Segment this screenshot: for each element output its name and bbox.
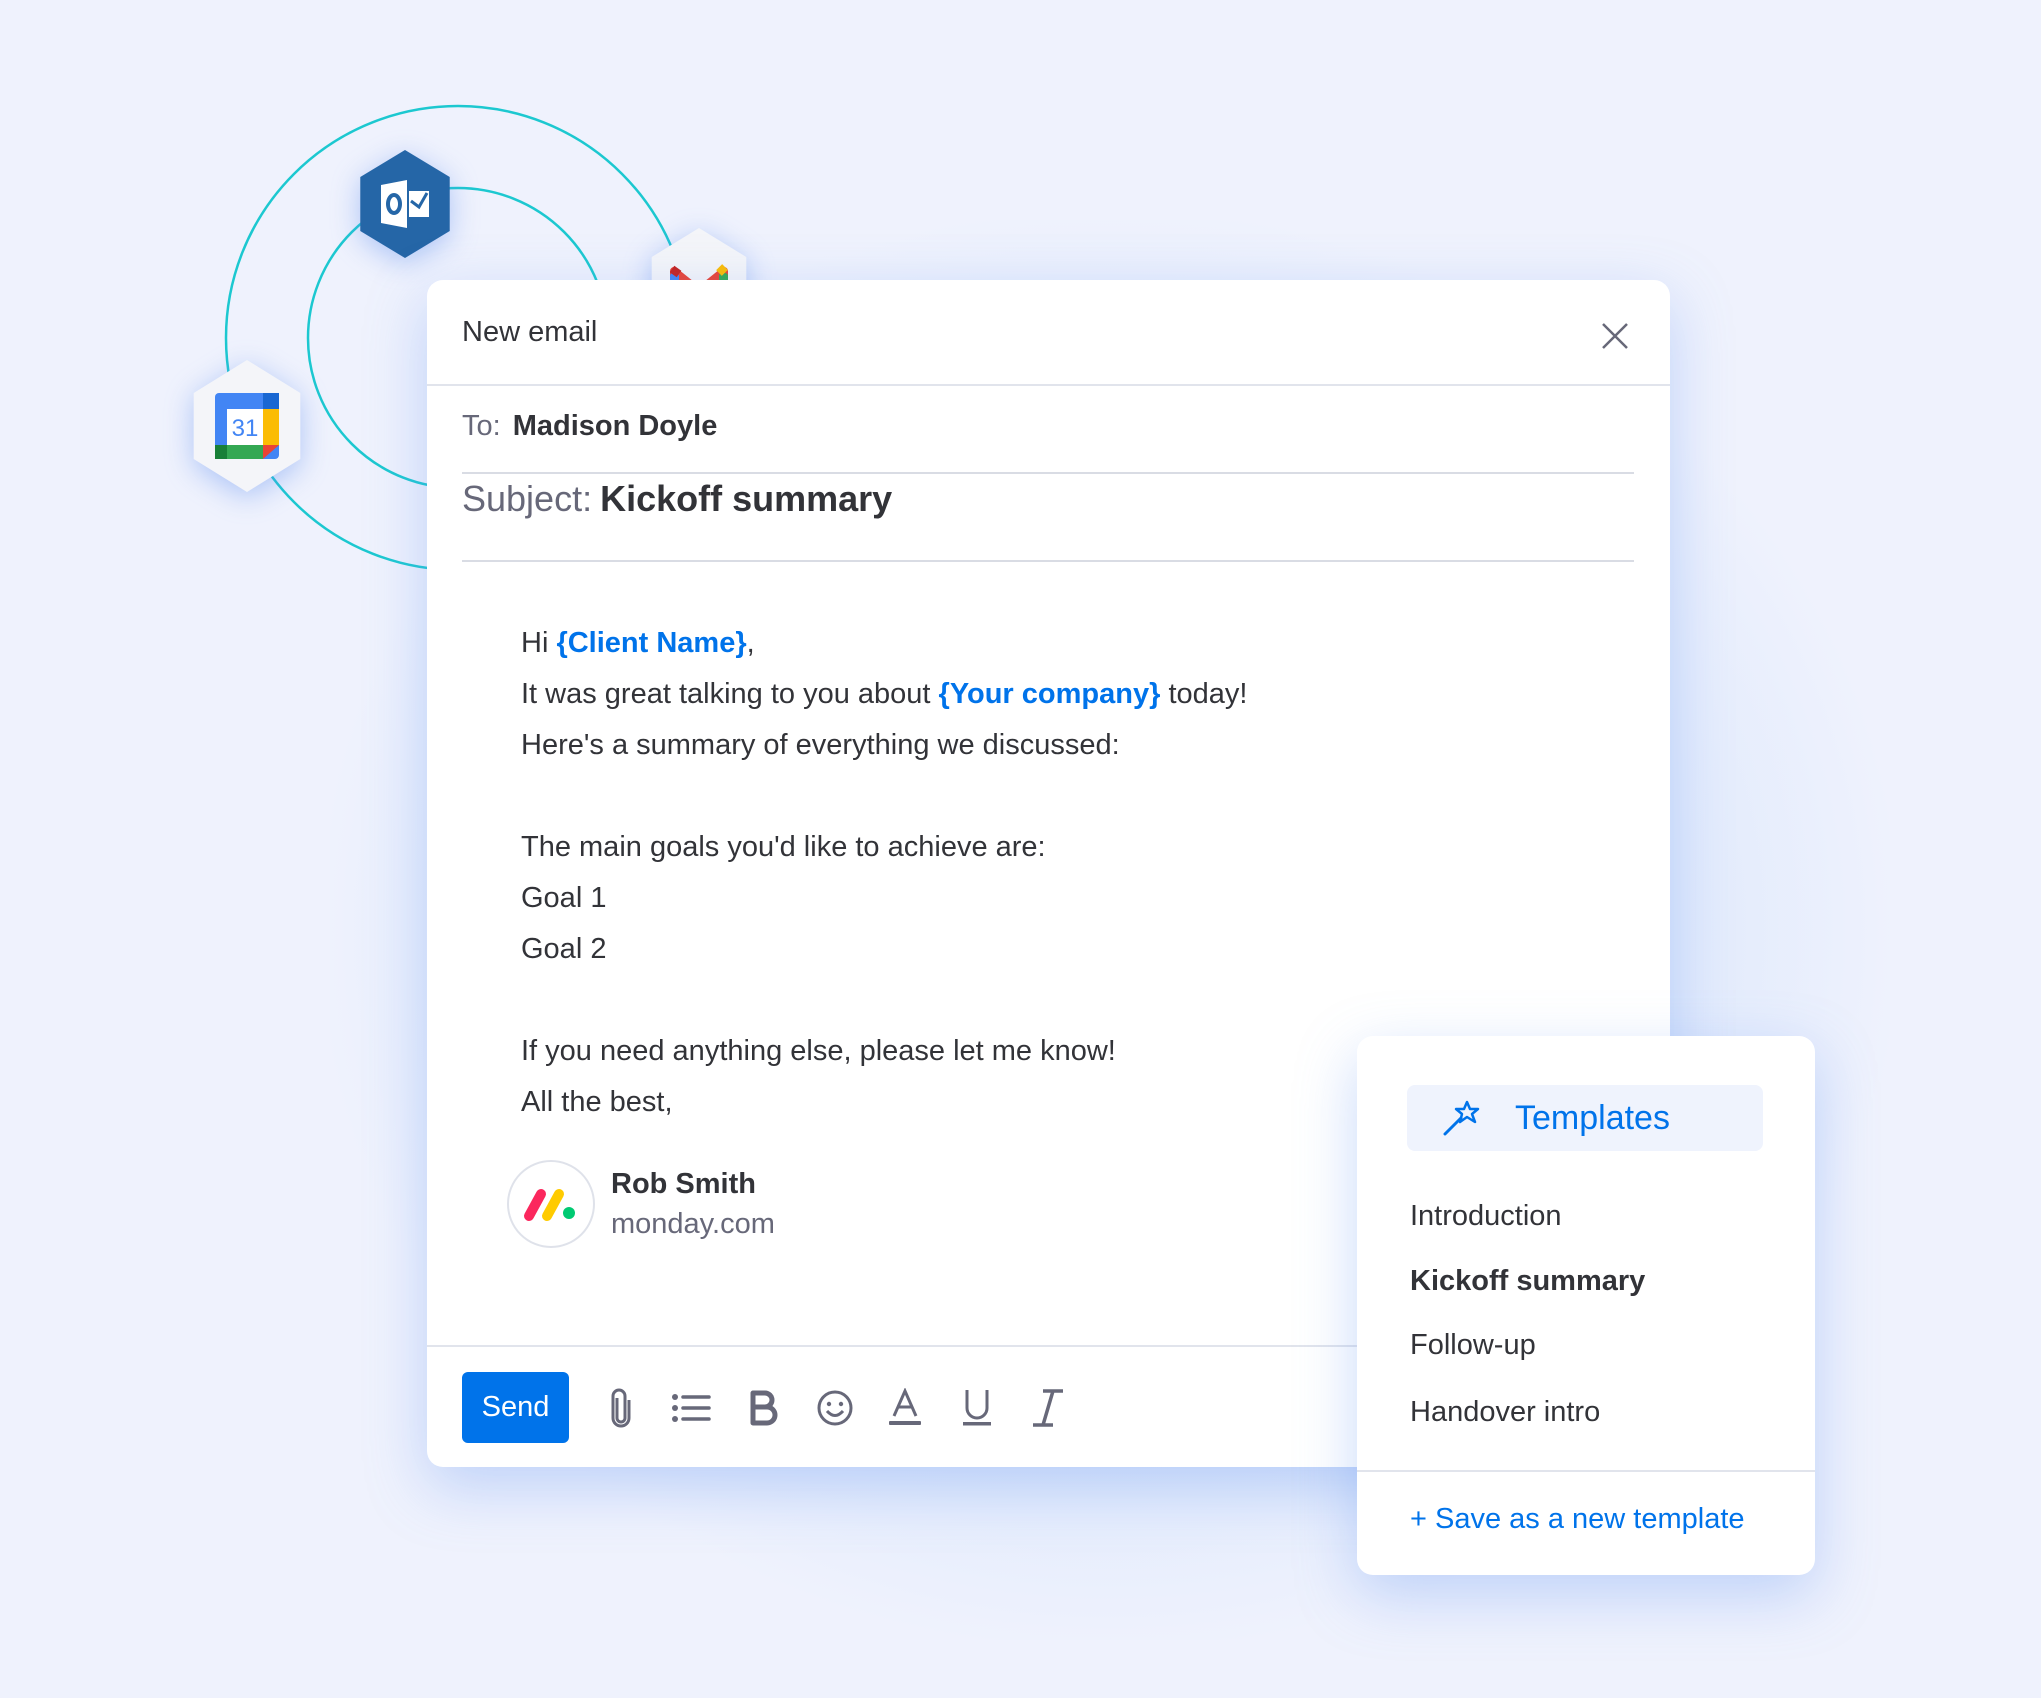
emoji-button[interactable] (813, 1386, 857, 1430)
body-line: Hi {Client Name}, (521, 618, 1247, 669)
attach-button[interactable] (599, 1386, 643, 1430)
text: Hi (521, 627, 557, 659)
header-divider (427, 384, 1670, 386)
placeholder-client-name: {Client Name} (556, 627, 747, 659)
close-button[interactable] (1597, 318, 1633, 354)
send-button[interactable]: Send (462, 1372, 569, 1443)
attach-icon (611, 1388, 631, 1428)
italic-icon (1033, 1389, 1063, 1427)
magic-wand-icon (1443, 1100, 1480, 1136)
bold-button[interactable] (741, 1386, 785, 1430)
to-field[interactable]: To: Madison Doyle (462, 410, 1634, 474)
calendar-date: 31 (232, 415, 259, 442)
body-line: All the best, (521, 1086, 673, 1118)
to-recipient[interactable]: Madison Doyle (513, 410, 718, 442)
templates-button[interactable]: Templates (1407, 1085, 1763, 1151)
avatar (507, 1160, 595, 1248)
body-line: Goal 1 (521, 882, 607, 914)
body-line: Goal 2 (521, 933, 607, 965)
signature-name: Rob Smith (611, 1168, 756, 1200)
email-body[interactable]: Hi {Client Name}, It was great talking t… (521, 618, 1247, 1128)
template-item-introduction[interactable]: Introduction (1410, 1200, 1562, 1233)
dialog-title: New email (462, 316, 598, 348)
signature: Rob Smith monday.com (507, 1160, 775, 1248)
underline-icon (963, 1390, 991, 1426)
subject-field[interactable]: Subject: Kickoff summary (462, 478, 1634, 562)
template-item-handover-intro[interactable]: Handover intro (1410, 1396, 1600, 1429)
template-item-kickoff-summary[interactable]: Kickoff summary (1410, 1265, 1645, 1298)
text: , (746, 627, 755, 659)
text-color-button[interactable] (883, 1386, 927, 1430)
text: It was great talking to you about (521, 678, 939, 710)
emoji-icon (817, 1390, 853, 1426)
text-color-icon (889, 1388, 921, 1425)
placeholder-your-company: {Your company} (938, 678, 1161, 710)
templates-label: Templates (1515, 1098, 1670, 1137)
body-line: It was great talking to you about {Your … (521, 669, 1247, 720)
italic-button[interactable] (1026, 1386, 1070, 1430)
subject-label: Subject: (462, 478, 593, 519)
templates-panel: Templates Introduction Kickoff summary F… (1357, 1036, 1815, 1575)
underline-button[interactable] (955, 1386, 999, 1430)
to-label: To: (462, 410, 501, 442)
body-line: If you need anything else, please let me… (521, 1035, 1116, 1067)
body-line: Here's a summary of everything we discus… (521, 729, 1120, 761)
templates-divider (1357, 1470, 1815, 1472)
body-line: The main goals you'd like to achieve are… (521, 831, 1046, 863)
subject-value[interactable]: Kickoff summary (600, 478, 892, 519)
save-as-new-template-link[interactable]: + Save as a new template (1410, 1503, 1745, 1536)
close-icon (1602, 323, 1628, 349)
text: today! (1160, 678, 1248, 710)
bulleted-list-icon (672, 1394, 711, 1422)
monday-logo-icon (524, 1189, 575, 1221)
signature-domain: monday.com (611, 1208, 775, 1240)
template-item-follow-up[interactable]: Follow-up (1410, 1329, 1536, 1362)
bold-icon (750, 1390, 778, 1426)
bulleted-list-button[interactable] (669, 1386, 713, 1430)
